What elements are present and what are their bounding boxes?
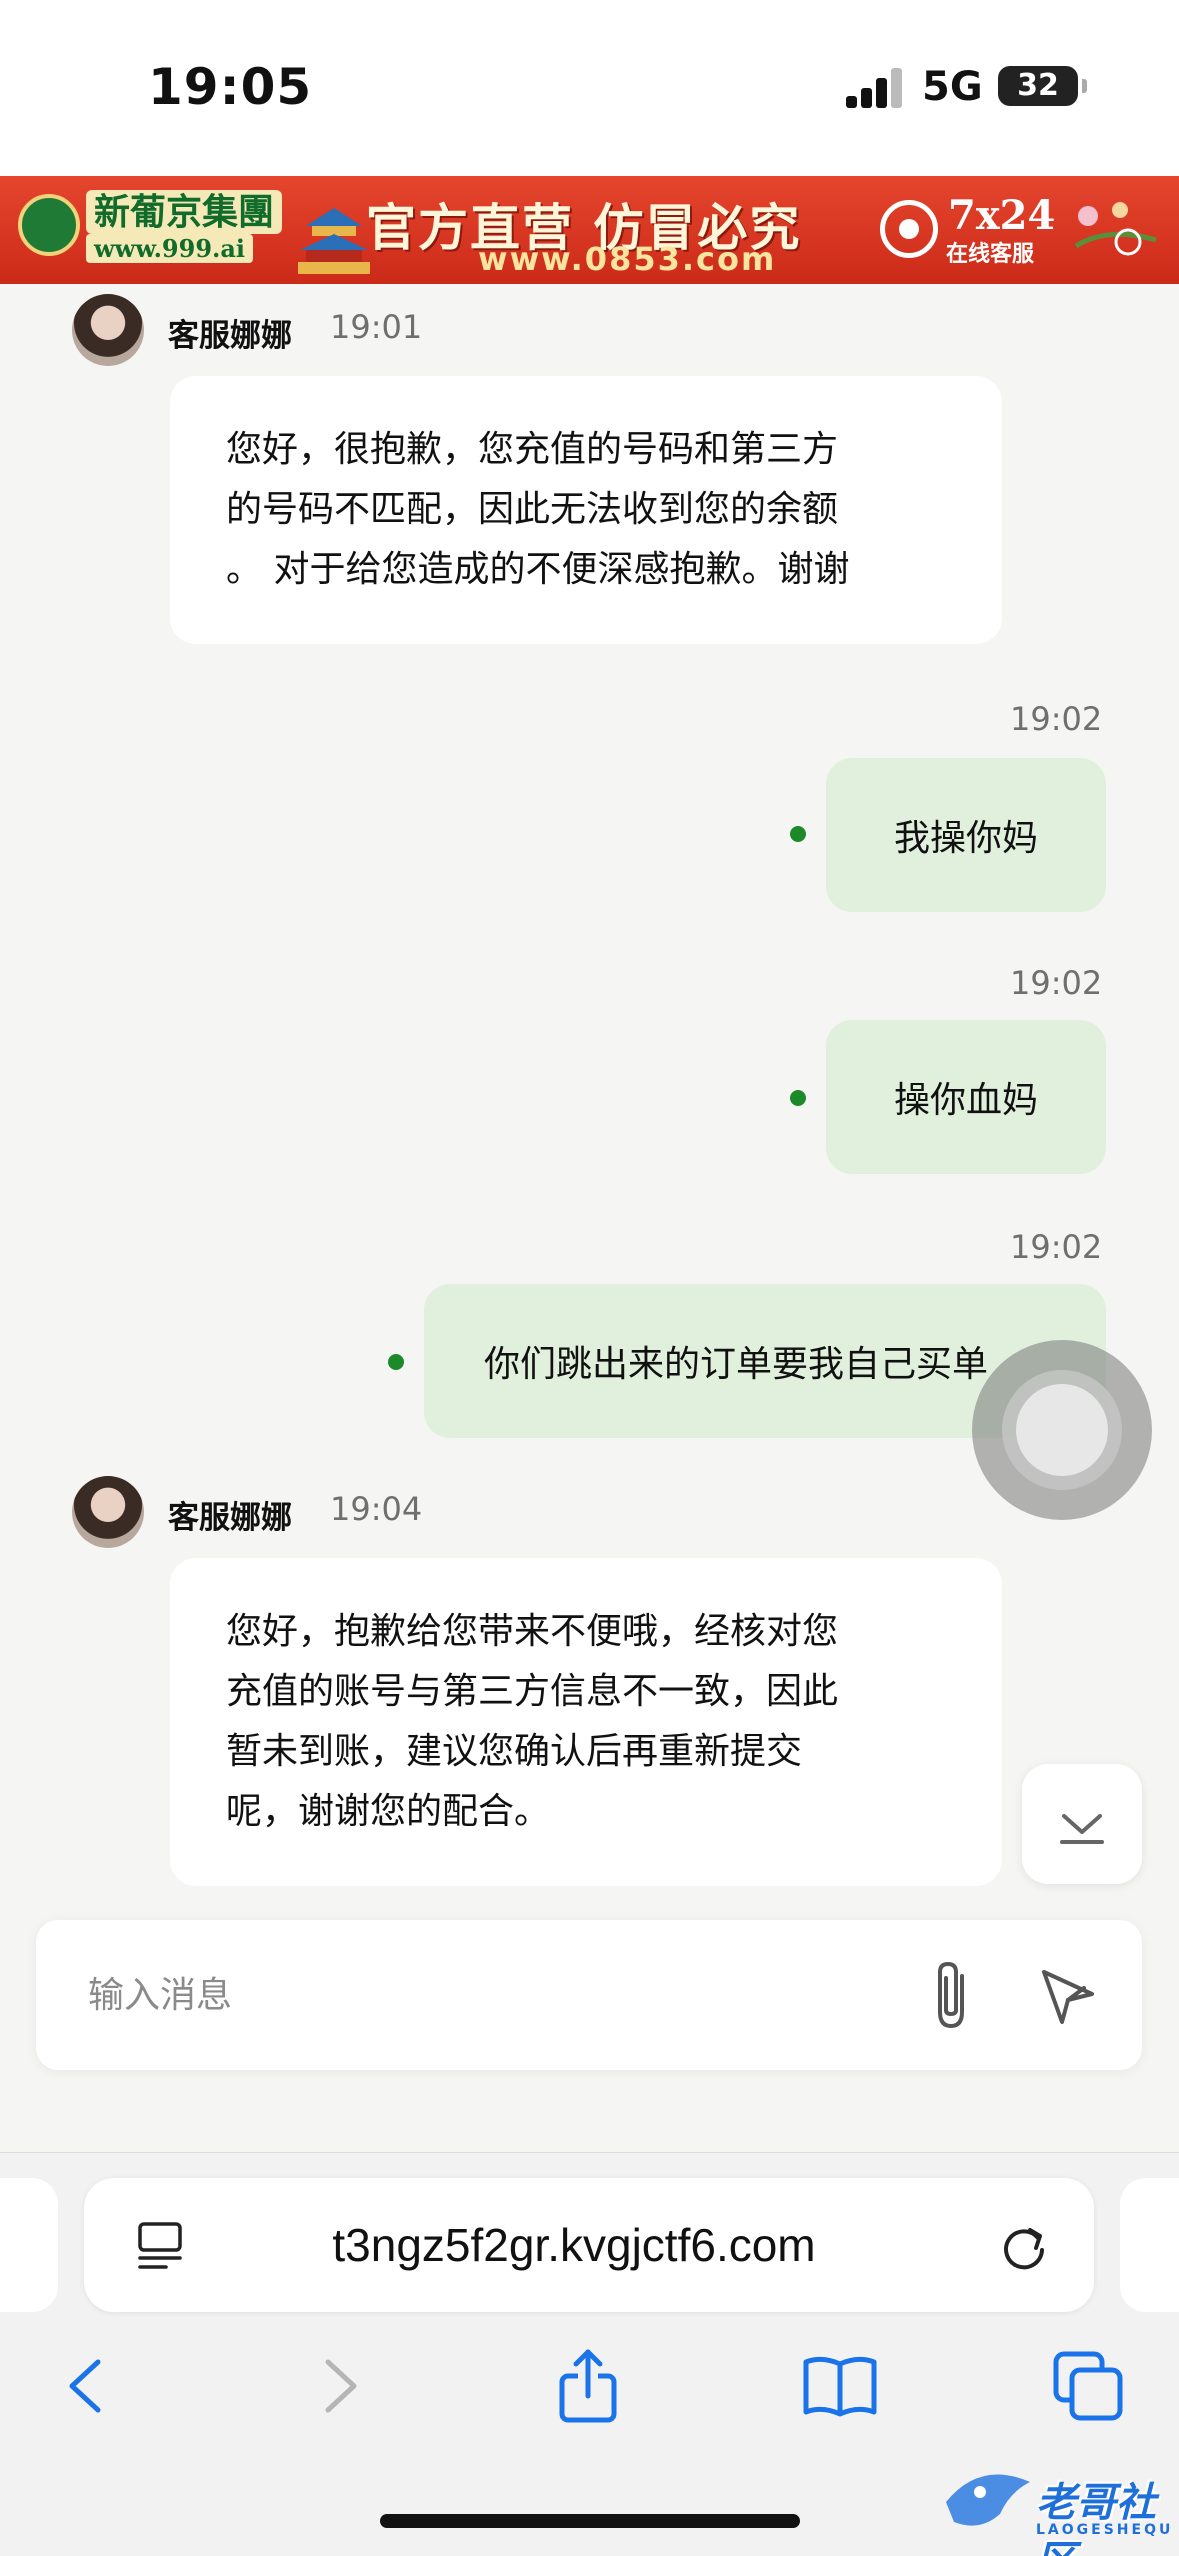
- scroll-to-bottom-button[interactable]: [1022, 1764, 1142, 1884]
- share-icon[interactable]: [548, 2346, 628, 2426]
- banner-logo-url: www.999.ai: [86, 234, 254, 263]
- outgoing-message-bubble: 操你血妈: [826, 1020, 1106, 1174]
- back-arrow-icon[interactable]: [46, 2346, 126, 2426]
- url-text[interactable]: t3ngz5f2gr.kvgjctf6.com: [214, 2178, 934, 2312]
- incoming-message-bubble: 您好，很抱歉，您充值的号码和第三方 的号码不匹配，因此无法收到您的余额 。 对于…: [170, 376, 1002, 644]
- forward-arrow-icon[interactable]: [300, 2346, 380, 2426]
- message-time: 19:02: [1010, 964, 1103, 1002]
- message-line: 的号码不匹配，因此无法收到您的余额: [226, 489, 839, 530]
- network-type: 5G: [922, 64, 983, 110]
- banner-logo-text: 新葡京集團: [86, 190, 283, 234]
- banner-service-hours: 7x24: [948, 192, 1056, 239]
- pagoda-icon: [298, 208, 370, 274]
- message-line: 您好，抱歉给您带来不便哦，经核对您: [226, 1611, 839, 1652]
- message-input[interactable]: [88, 1960, 888, 2030]
- tabs-icon[interactable]: [1048, 2346, 1128, 2426]
- banner-domain: www.0853.com: [478, 240, 777, 278]
- page-menu-icon[interactable]: [134, 2218, 190, 2274]
- battery-icon: 32: [998, 66, 1087, 106]
- send-icon[interactable]: [1032, 1960, 1102, 2030]
- sender-name: 客服娜娜: [168, 1500, 292, 1536]
- message-line: 充值的账号与第三方信息不一致，因此: [226, 1671, 839, 1712]
- message-time: 19:02: [1010, 1228, 1103, 1266]
- agent-avatar[interactable]: [72, 1476, 144, 1548]
- message-time: 19:04: [330, 1490, 423, 1528]
- banner-service-label: 在线客服: [946, 242, 1035, 267]
- read-status-dot: [388, 1354, 404, 1370]
- message-time: 19:01: [330, 308, 423, 346]
- message-line: 。 对于给您造成的不便深感抱歉。谢谢: [226, 549, 850, 590]
- message-line: 您好，很抱歉，您充值的号码和第三方: [226, 429, 839, 470]
- read-status-dot: [790, 1090, 806, 1106]
- watermark-subtext: LAOGESHEQU: [1036, 2522, 1174, 2538]
- message-composer: [36, 1920, 1142, 2070]
- sender-name: 客服娜娜: [168, 318, 292, 354]
- assistive-touch-button[interactable]: [972, 1340, 1152, 1520]
- read-status-dot: [790, 826, 806, 842]
- home-indicator: [380, 2514, 800, 2528]
- chevron-down-icon: [1060, 1814, 1104, 1844]
- message-time: 19:02: [1010, 700, 1103, 738]
- bookmarks-icon[interactable]: [800, 2346, 880, 2426]
- reload-icon[interactable]: [994, 2216, 1054, 2276]
- next-tab-preview[interactable]: [1120, 2178, 1179, 2312]
- address-bar[interactable]: t3ngz5f2gr.kvgjctf6.com: [84, 2178, 1094, 2312]
- headset-icon: [880, 200, 938, 258]
- watermark-text: 老哥社区: [1036, 2479, 1156, 2556]
- casino-logo-icon: [18, 194, 80, 256]
- ad-banner[interactable]: 新葡京集團 www.999.ai 官方直营 仿冒必究 www.0853.com …: [0, 176, 1179, 284]
- status-bar: 19:05 5G 32: [0, 0, 1179, 176]
- previous-tab-preview[interactable]: [0, 2178, 58, 2312]
- flower-decoration-icon: [1074, 202, 1157, 256]
- status-time: 19:05: [148, 58, 313, 116]
- paperclip-icon[interactable]: [916, 1956, 986, 2036]
- cellular-signal-icon: [846, 68, 904, 108]
- message-line: 暂未到账，建议您确认后再重新提交: [226, 1731, 803, 1772]
- incoming-message-bubble: 您好，抱歉给您带来不便哦，经核对您 充值的账号与第三方信息不一致，因此 暂未到账…: [170, 1558, 1002, 1886]
- message-line: 呢，谢谢您的配合。: [226, 1791, 551, 1832]
- outgoing-message-bubble: 我操你妈: [826, 758, 1106, 912]
- agent-avatar[interactable]: [72, 294, 144, 366]
